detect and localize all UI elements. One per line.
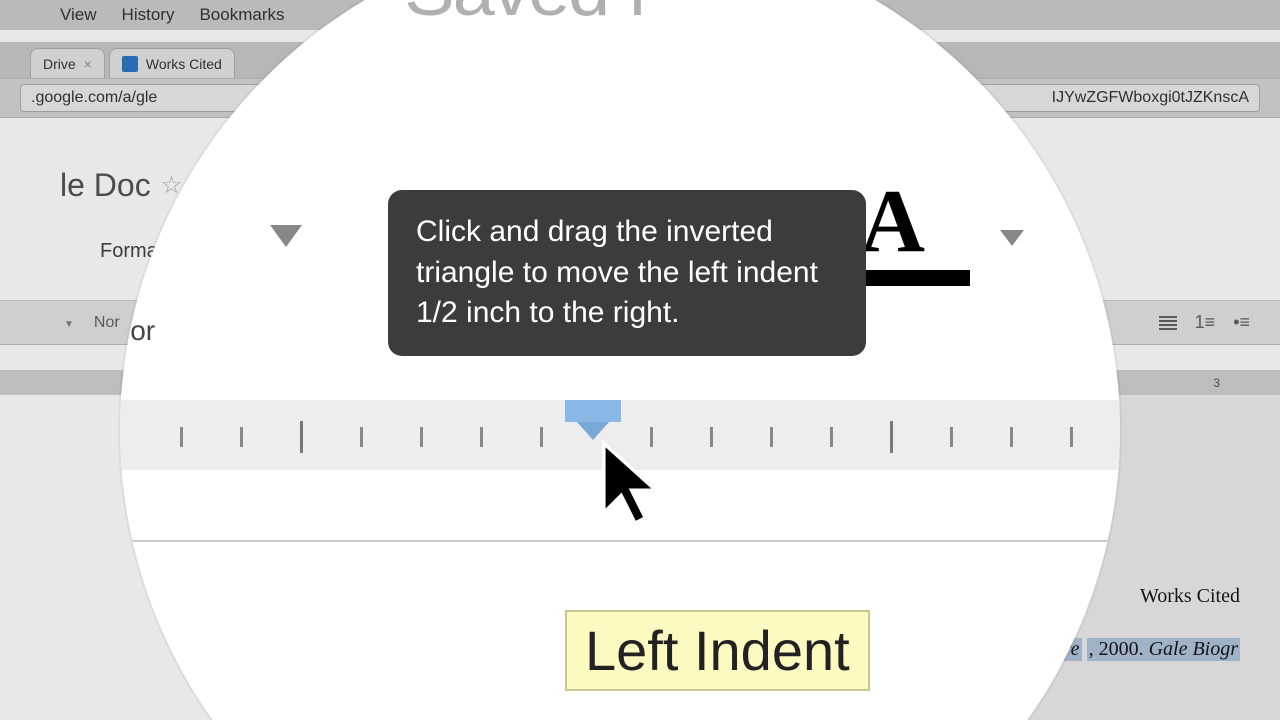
tab-drive[interactable]: Drive × [30, 48, 105, 78]
instruction-text: Click and drag the inverted triangle to … [416, 215, 818, 329]
menu-view[interactable]: View [60, 5, 97, 25]
tab-drive-label: Drive [43, 56, 76, 72]
left-indent-tooltip: Left Indent [565, 610, 870, 691]
toolbar-right-group: 1≡ •≡ [1159, 300, 1250, 345]
font-dropdown[interactable]: Nor [94, 314, 120, 332]
cursor-icon [600, 440, 670, 535]
text-color-underline [860, 270, 970, 286]
tutorial-frame: View History Bookmarks Wi Drive × Works … [0, 0, 1280, 720]
saved-indicator: Saved ı [404, 0, 646, 32]
line-spacing-icon[interactable] [1159, 316, 1177, 330]
style-dropdown[interactable] [60, 314, 74, 332]
zoom-style-dropdown-icon[interactable] [270, 225, 302, 247]
text-color-button[interactable]: A [860, 170, 925, 273]
close-icon[interactable]: × [84, 56, 92, 72]
page-line-3b: Gale Biogr [1149, 638, 1238, 660]
ruler-mark-3: 3 [1213, 376, 1220, 390]
bulleted-list-icon[interactable]: •≡ [1233, 312, 1250, 333]
instruction-callout: Click and drag the inverted triangle to … [388, 190, 866, 356]
text-color-caret-icon[interactable] [1000, 230, 1024, 246]
zoom-page-top-border [120, 540, 1120, 542]
left-indent-triangle-icon[interactable] [577, 422, 609, 440]
first-line-indent-handle[interactable] [565, 400, 621, 422]
numbered-list-icon[interactable]: 1≡ [1195, 312, 1216, 333]
magnifier-lens: Saved ı B I U A Nor [120, 0, 1120, 720]
left-indent-marker[interactable] [565, 400, 621, 440]
tooltip-label: Left Indent [585, 619, 850, 682]
zoom-font-label[interactable]: Nor [120, 315, 155, 347]
